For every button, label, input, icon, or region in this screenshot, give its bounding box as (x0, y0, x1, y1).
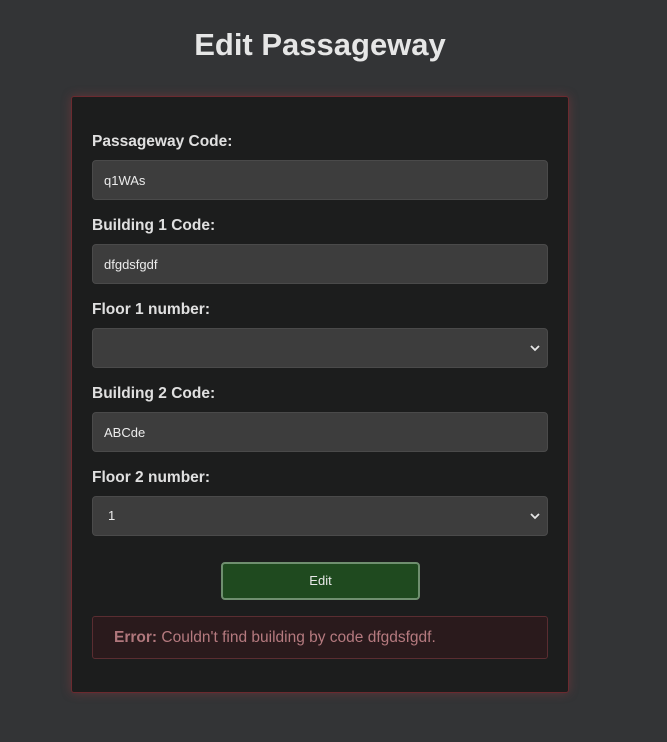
error-message: Couldn't find building by code dfgdsfgdf… (161, 629, 436, 646)
chevron-down-icon (530, 513, 540, 520)
edit-passageway-form: Passageway Code: Building 1 Code: Floor … (71, 96, 569, 693)
page-title: Edit Passageway (194, 27, 446, 62)
building2-code-input[interactable] (92, 412, 548, 452)
floor2-number-select[interactable]: 1 (92, 496, 548, 536)
building1-code-input[interactable] (92, 244, 548, 284)
error-alert: Error: Couldn't find building by code df… (92, 616, 548, 659)
chevron-down-icon (530, 345, 540, 352)
floor1-number-select[interactable] (92, 328, 548, 368)
edit-button[interactable]: Edit (221, 562, 420, 600)
building1-code-label: Building 1 Code: (92, 217, 216, 234)
passageway-code-input[interactable] (92, 160, 548, 200)
floor2-number-value: 1 (108, 508, 116, 523)
floor2-number-label: Floor 2 number: (92, 469, 210, 486)
building2-code-label: Building 2 Code: (92, 385, 216, 402)
error-prefix: Error: (114, 629, 158, 646)
floor1-number-label: Floor 1 number: (92, 301, 210, 318)
passageway-code-label: Passageway Code: (92, 133, 233, 150)
